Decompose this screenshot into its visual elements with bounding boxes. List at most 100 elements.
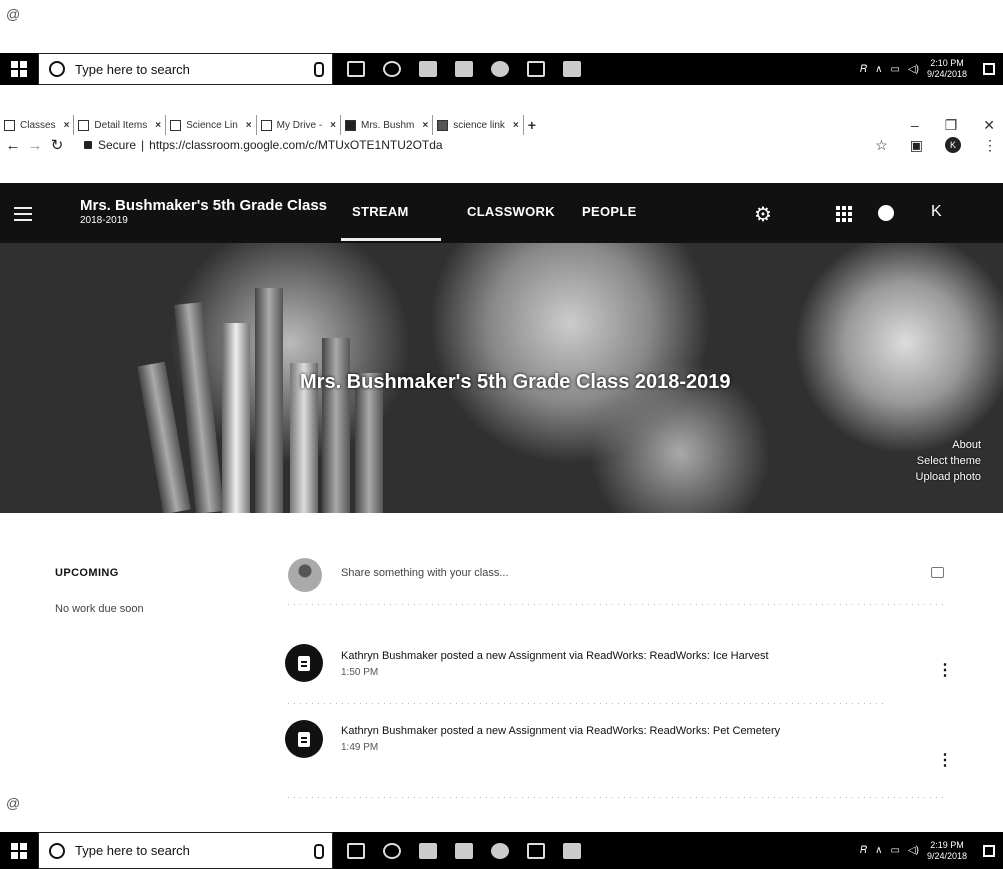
- post-title[interactable]: Kathryn Bushmaker posted a new Assignmen…: [341, 725, 780, 737]
- windows-icon: [11, 61, 27, 77]
- cortana-icon: [49, 61, 65, 77]
- class-name[interactable]: Mrs. Bushmaker's 5th Grade Class: [80, 197, 327, 214]
- tab-label: Detail Items: [94, 119, 148, 131]
- google-apps-icon[interactable]: [836, 206, 852, 222]
- select-theme-link[interactable]: Select theme: [917, 455, 981, 467]
- banner-pencil: [222, 323, 250, 513]
- edge-icon[interactable]: [383, 842, 401, 859]
- class-banner: Mrs. Bushmaker's 5th Grade Class 2018-20…: [0, 243, 1003, 513]
- lock-icon: [84, 141, 92, 149]
- browser-tab[interactable]: Classes ×: [0, 115, 75, 135]
- edge-icon[interactable]: [383, 61, 401, 77]
- post-time: 1:50 PM: [341, 667, 379, 678]
- volume-icon[interactable]: ◁): [908, 64, 919, 75]
- microphone-icon[interactable]: [314, 62, 324, 77]
- start-button[interactable]: [0, 53, 38, 85]
- banner-pencil: [322, 338, 350, 513]
- share-input[interactable]: Share something with your class...: [341, 567, 509, 579]
- account-initial[interactable]: K: [931, 203, 942, 221]
- chrome-icon[interactable]: [491, 842, 509, 859]
- classroom-header: Mrs. Bushmaker's 5th Grade Class 2018-20…: [0, 183, 1003, 243]
- post-time: 1:49 PM: [341, 742, 379, 753]
- task-view-icon[interactable]: [347, 842, 365, 859]
- classroom-favicon-icon: [345, 119, 357, 131]
- store-icon[interactable]: [455, 842, 473, 859]
- browser-tab[interactable]: Detail Items ×: [74, 115, 167, 135]
- task-view-icon[interactable]: [347, 61, 365, 77]
- close-window-icon[interactable]: ✕: [983, 117, 995, 134]
- paint-icon[interactable]: [527, 61, 545, 77]
- start-button[interactable]: [0, 832, 38, 869]
- scan-mark: @: [6, 6, 21, 22]
- people-icon[interactable]: 𝑅: [860, 845, 867, 856]
- divider: [288, 797, 948, 798]
- clock-date: 9/24/2018: [926, 850, 967, 861]
- upcoming-heading: UPCOMING: [55, 567, 119, 579]
- url-field[interactable]: https://classroom.google.com/c/MTUxOTE1N…: [149, 138, 442, 152]
- about-link[interactable]: About: [952, 439, 981, 451]
- restore-icon[interactable]: ❐: [945, 117, 958, 134]
- chevron-up-icon[interactable]: ∧: [875, 845, 882, 856]
- main-menu-icon[interactable]: [14, 207, 32, 225]
- browser-tab[interactable]: science link ×: [433, 115, 524, 135]
- secure-label: Secure: [98, 138, 137, 152]
- post-title[interactable]: Kathryn Bushmaker posted a new Assignmen…: [341, 650, 769, 662]
- clock[interactable]: 2:10 PM 9/24/2018: [927, 58, 967, 80]
- close-tab-icon[interactable]: ×: [330, 120, 336, 131]
- paint-icon[interactable]: [527, 842, 545, 859]
- reload-icon[interactable]: ↻: [48, 136, 66, 154]
- page-favicon-icon: [78, 119, 90, 131]
- microphone-icon[interactable]: [314, 844, 324, 859]
- gear-icon[interactable]: ⚙: [754, 202, 772, 227]
- new-tab-button[interactable]: +: [524, 115, 540, 135]
- upload-photo-link[interactable]: Upload photo: [916, 471, 981, 483]
- browser-menu-icon[interactable]: ⋮: [983, 137, 997, 154]
- account-circle-icon[interactable]: [878, 205, 894, 221]
- divider: [288, 604, 948, 605]
- word-icon[interactable]: [563, 61, 581, 77]
- taskbar-top: Type here to search 𝑅 ∧ ▭ ◁) 2:10 PM 9/2…: [0, 53, 1003, 85]
- notifications-icon[interactable]: [983, 63, 995, 75]
- repost-icon[interactable]: [931, 567, 944, 578]
- tab-stream[interactable]: STREAM: [352, 204, 409, 219]
- taskbar-search-box[interactable]: Type here to search: [38, 832, 333, 869]
- tab-people[interactable]: PEOPLE: [582, 204, 637, 219]
- tab-label: Classes: [20, 119, 56, 131]
- close-tab-icon[interactable]: ×: [422, 120, 428, 131]
- close-tab-icon[interactable]: ×: [513, 120, 519, 131]
- more-options-icon[interactable]: ⋮: [937, 750, 953, 770]
- tab-label: Mrs. Bushm: [361, 119, 415, 131]
- word-icon[interactable]: [563, 842, 581, 859]
- assignment-icon: [285, 720, 323, 758]
- file-explorer-icon[interactable]: [419, 61, 437, 77]
- close-tab-icon[interactable]: ×: [246, 120, 252, 131]
- back-arrow-icon[interactable]: ←: [4, 137, 22, 154]
- bookmark-star-icon[interactable]: ☆: [875, 137, 888, 154]
- assignment-icon: [285, 644, 323, 682]
- close-tab-icon[interactable]: ×: [64, 120, 70, 131]
- more-options-icon[interactable]: ⋮: [937, 660, 953, 680]
- close-tab-icon[interactable]: ×: [155, 120, 161, 131]
- file-explorer-icon[interactable]: [419, 842, 437, 859]
- browser-tab[interactable]: My Drive - ×: [257, 115, 342, 135]
- store-icon[interactable]: [455, 61, 473, 77]
- extension-icon[interactable]: ▣: [910, 137, 923, 154]
- taskbar-search-box[interactable]: Type here to search: [38, 53, 333, 85]
- network-icon[interactable]: ▭: [890, 845, 899, 856]
- banner-pencil: [255, 288, 283, 513]
- chevron-up-icon[interactable]: ∧: [875, 64, 882, 75]
- forward-arrow-icon[interactable]: →: [26, 137, 44, 154]
- tab-label: science link: [453, 119, 505, 131]
- network-icon[interactable]: ▭: [890, 64, 899, 75]
- volume-icon[interactable]: ◁): [908, 845, 919, 856]
- clock[interactable]: 2:19 PM 9/24/2018: [927, 840, 967, 862]
- browser-tab-active[interactable]: Mrs. Bushm ×: [341, 115, 434, 135]
- browser-tab[interactable]: Science Lin ×: [166, 115, 257, 135]
- profile-avatar[interactable]: K: [945, 137, 961, 153]
- people-icon[interactable]: 𝑅: [860, 64, 867, 75]
- active-tab-indicator: [341, 238, 441, 241]
- chrome-icon[interactable]: [491, 61, 509, 77]
- notifications-icon[interactable]: [983, 844, 995, 857]
- tab-classwork[interactable]: CLASSWORK: [467, 204, 555, 219]
- minimize-icon[interactable]: –: [911, 117, 919, 134]
